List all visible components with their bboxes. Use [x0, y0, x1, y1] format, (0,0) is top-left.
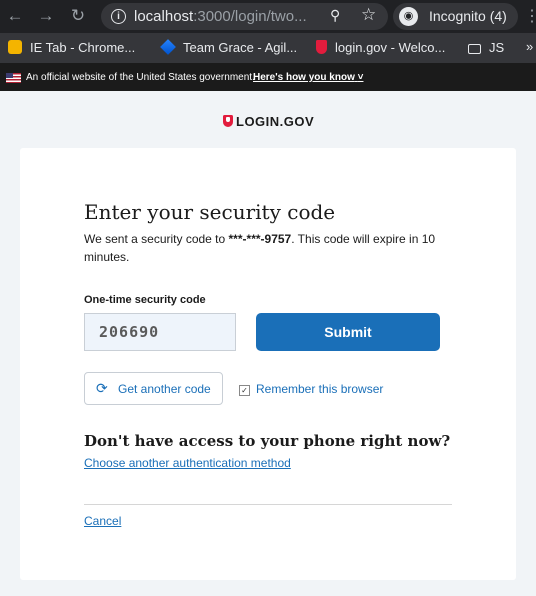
- desc-prefix: We sent a security code to: [84, 232, 229, 246]
- login-gov-logo[interactable]: LOGIN.GOV: [223, 113, 314, 129]
- folder-icon: [468, 44, 481, 54]
- search-icon[interactable]: ⚲: [330, 7, 340, 24]
- menu-icon[interactable]: ⋮: [524, 6, 536, 26]
- page-title: Enter your security code: [84, 200, 336, 224]
- reload-icon[interactable]: ↻: [68, 6, 88, 26]
- get-another-code-button[interactable]: ⟳ Get another code: [84, 372, 223, 405]
- logo-text: LOGIN.GOV: [236, 114, 315, 129]
- incognito-label: Incognito (4): [429, 8, 507, 24]
- incognito-icon: ◉: [399, 7, 418, 26]
- us-flag-icon: [6, 73, 21, 83]
- submit-button[interactable]: Submit: [256, 313, 440, 351]
- browser-toolbar: ← → ↻ i localhost:3000/login/two... ⚲ ☆ …: [0, 0, 536, 33]
- bookmark-js-folder[interactable]: JS: [468, 40, 504, 55]
- refresh-icon: ⟳: [96, 380, 108, 396]
- bookmark-label: login.gov - Welco...: [335, 40, 446, 55]
- shield-icon: [223, 115, 233, 127]
- gov-banner: An official website of the United States…: [0, 63, 536, 91]
- more-bookmarks-icon[interactable]: »: [526, 39, 533, 54]
- gov-banner-link-label: Here's how you know: [253, 72, 355, 83]
- forward-arrow-icon[interactable]: →: [36, 6, 56, 26]
- address-bar[interactable]: i localhost:3000/login/two... ⚲ ☆: [101, 3, 388, 30]
- gov-banner-text: An official website of the United States…: [26, 72, 255, 83]
- incognito-badge[interactable]: ◉ Incognito (4): [393, 3, 518, 30]
- jira-icon: [160, 39, 176, 55]
- login-gov-shield-icon: [316, 40, 327, 54]
- chevron-down-icon: ˅: [357, 72, 364, 83]
- url-text[interactable]: localhost:3000/login/two...: [134, 8, 307, 25]
- resend-label: Get another code: [118, 382, 211, 396]
- bookmark-team-grace[interactable]: Team Grace - Agil...: [160, 39, 298, 55]
- bookmark-label: Team Grace - Agil...: [183, 40, 298, 55]
- bookmark-login-gov[interactable]: login.gov - Welco...: [316, 40, 445, 55]
- masked-phone: ***-***-9757: [228, 232, 292, 246]
- bookmark-label: IE Tab - Chrome...: [30, 40, 136, 55]
- choose-another-method-link[interactable]: Choose another authentication method: [84, 456, 291, 470]
- code-field-label: One-time security code: [84, 294, 206, 306]
- bookmarks-bar: IE Tab - Chrome... Team Grace - Agil... …: [0, 33, 536, 63]
- gov-banner-link[interactable]: Here's how you know ˅: [253, 72, 363, 83]
- bookmark-ie-tab[interactable]: IE Tab - Chrome...: [8, 40, 135, 55]
- divider: [84, 504, 452, 505]
- remember-browser-label[interactable]: Remember this browser: [256, 382, 383, 396]
- cancel-link[interactable]: Cancel: [84, 514, 121, 528]
- instructions-text: We sent a security code to ***-***-9757.…: [84, 230, 444, 266]
- security-code-input[interactable]: [84, 313, 236, 351]
- no-access-heading: Don't have access to your phone right no…: [84, 432, 451, 450]
- url-host: localhost: [134, 8, 194, 25]
- bookmark-star-icon[interactable]: ☆: [361, 5, 376, 25]
- bookmark-label: JS: [489, 40, 505, 55]
- ie-tab-icon: [8, 40, 22, 54]
- back-arrow-icon[interactable]: ←: [5, 6, 25, 26]
- url-path: :3000/login/two...: [193, 8, 307, 25]
- remember-browser-checkbox[interactable]: ✓: [239, 385, 250, 396]
- site-info-icon[interactable]: i: [111, 9, 126, 24]
